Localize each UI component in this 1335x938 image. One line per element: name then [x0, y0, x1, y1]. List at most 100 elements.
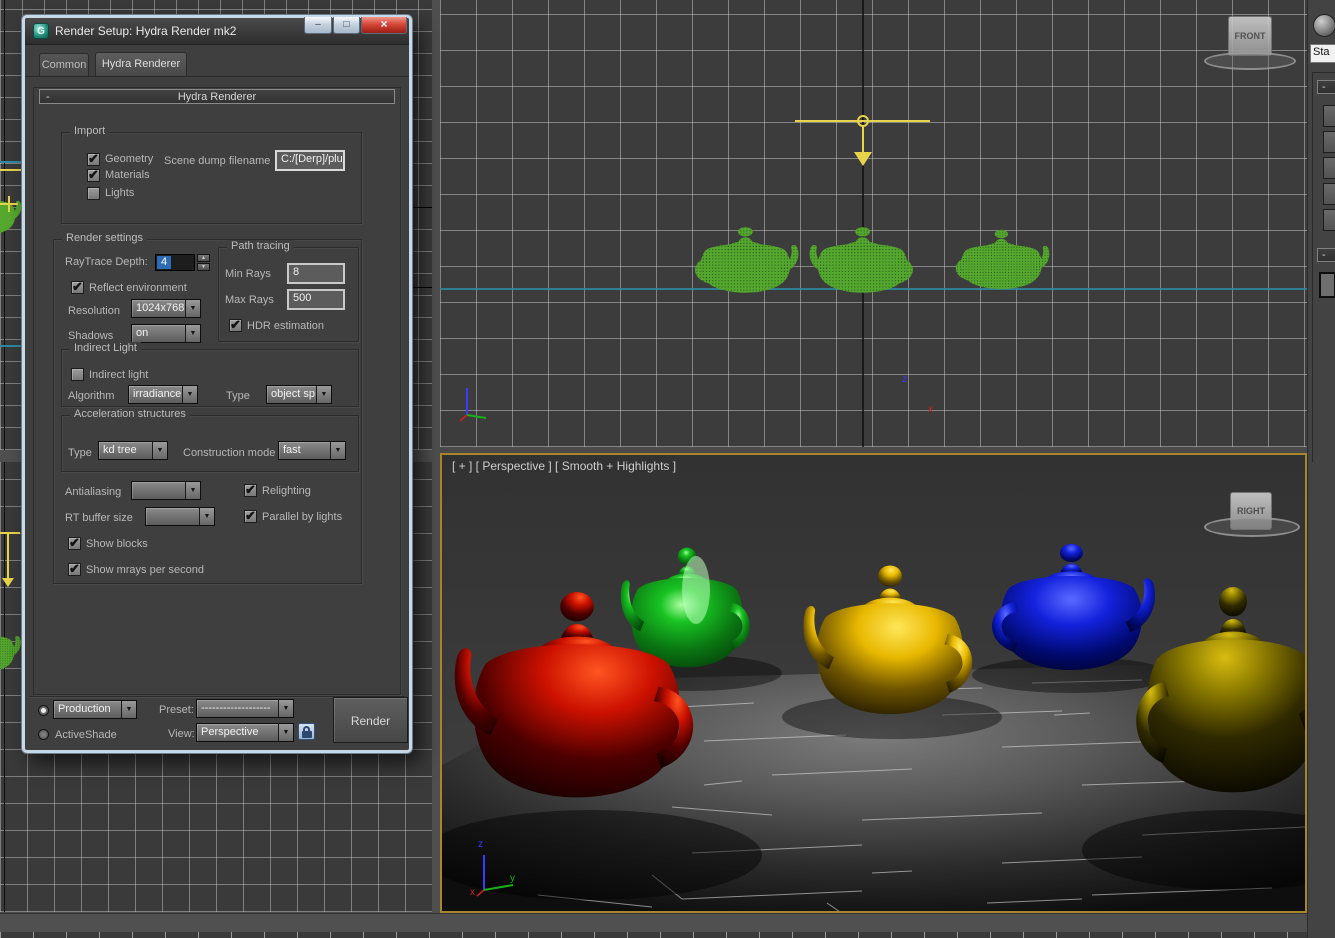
tab-hydra-renderer[interactable]: Hydra Renderer [95, 52, 187, 76]
name-field[interactable]: Sta [1310, 44, 1335, 63]
materials-checkbox[interactable]: ✔ [87, 169, 100, 182]
viewcube-front[interactable]: FRONT [1228, 16, 1272, 56]
construction-mode-dropdown[interactable]: fast ▼ [278, 441, 346, 460]
accel-type-dropdown[interactable]: kd tree ▼ [98, 441, 168, 460]
check-icon: ✔ [230, 317, 241, 333]
view-dropdown[interactable]: Perspective ▼ [196, 723, 294, 742]
activeshade-label: ActiveShade [55, 729, 117, 741]
chevron-down-icon: ▼ [316, 386, 331, 403]
check-icon: ✔ [88, 151, 99, 167]
axis-line [412, 287, 432, 288]
construction-mode-label: Construction mode [183, 447, 275, 459]
spinner-down-button[interactable]: ▼ [197, 263, 210, 271]
panel-button[interactable] [1323, 183, 1335, 205]
ground-plane-line [0, 345, 24, 347]
viewcube-ring[interactable] [1204, 52, 1296, 70]
raytrace-depth-label: RayTrace Depth: [65, 256, 148, 268]
max-rays-field[interactable]: 500 [287, 289, 345, 310]
filename-field[interactable]: C:/[Derp]/plu [275, 150, 345, 171]
chevron-down-icon: ▼ [278, 700, 293, 717]
hdr-estimation-checkbox[interactable]: ✔ [229, 319, 242, 332]
minimize-button[interactable]: – [304, 17, 332, 34]
render-button[interactable]: Render [333, 697, 408, 743]
check-icon: ✔ [245, 482, 256, 498]
chevron-down-icon: ▼ [330, 442, 345, 459]
lights-label: Lights [105, 187, 134, 199]
timeline-bar[interactable] [0, 913, 1335, 938]
indirect-type-label: Type [226, 390, 250, 402]
chevron-down-icon: ▼ [199, 508, 214, 525]
viewport-front[interactable]: z x FRONT [440, 0, 1307, 447]
front-scene [440, 0, 1307, 447]
lock-icon[interactable] [298, 723, 315, 740]
viewport-label[interactable]: [ + ] [ Perspective ] [ Smooth + Highlig… [452, 459, 676, 473]
panel-button[interactable] [1319, 272, 1335, 298]
parallel-by-lights-checkbox[interactable]: ✔ [244, 510, 257, 523]
time-ruler[interactable] [0, 932, 1335, 938]
hdr-estimation-label: HDR estimation [247, 320, 324, 332]
show-mrays-checkbox[interactable]: ✔ [68, 563, 81, 576]
indirect-type-dropdown[interactable]: object spa ▼ [266, 385, 332, 404]
rt-buffer-size-dropdown[interactable]: ▼ [145, 507, 215, 526]
panel-button[interactable] [1323, 131, 1335, 153]
resolution-dropdown[interactable]: 1024x768 ▼ [131, 299, 201, 318]
activeshade-radio[interactable] [38, 729, 49, 740]
show-blocks-label: Show blocks [86, 538, 148, 550]
app-icon: G [33, 23, 49, 39]
raytrace-depth-field[interactable]: 4 [155, 254, 195, 271]
axis-x-label: x [470, 887, 475, 898]
rollout-header-hydra[interactable]: - Hydra Renderer [39, 89, 395, 104]
application-root: z x FRONT [0, 0, 1335, 938]
algorithm-dropdown[interactable]: irradiance ▼ [128, 385, 198, 404]
chevron-down-icon: ▼ [182, 386, 197, 403]
tab-common[interactable]: Common [39, 53, 89, 76]
min-rays-label: Min Rays [225, 268, 271, 280]
check-icon: ✔ [69, 561, 80, 577]
axis-z-label: z [478, 839, 483, 850]
target-dropdown[interactable]: Production ▼ [53, 700, 137, 719]
indirect-light-checkbox[interactable] [71, 368, 84, 381]
antialiasing-dropdown[interactable]: ▼ [131, 481, 201, 500]
panel-button[interactable] [1323, 209, 1335, 231]
shadows-dropdown[interactable]: on ▼ [131, 324, 201, 343]
spinner-up-button[interactable]: ▲ [197, 254, 210, 262]
preset-dropdown[interactable]: ------------------- ▼ [196, 699, 294, 718]
dialog-title: Render Setup: Hydra Render mk2 [55, 24, 236, 38]
min-rays-field[interactable]: 8 [287, 263, 345, 284]
rollout-header[interactable]: - [1317, 80, 1335, 94]
relighting-label: Relighting [262, 485, 311, 497]
antialiasing-label: Antialiasing [65, 486, 121, 498]
panel-button[interactable] [1323, 105, 1335, 127]
axis-y-label: y [510, 873, 515, 884]
chevron-down-icon: ▼ [152, 442, 167, 459]
view-label: View: [168, 728, 195, 740]
geometry-checkbox[interactable]: ✔ [87, 153, 100, 166]
viewcube-ring[interactable] [1204, 517, 1300, 537]
ground-plane-line [0, 161, 24, 163]
algorithm-label: Algorithm [68, 390, 114, 402]
rollout-header[interactable]: - [1317, 248, 1335, 262]
raytrace-depth-spinner: ▲ ▼ [197, 254, 210, 271]
filename-label: Scene dump filename [164, 155, 270, 167]
show-blocks-checkbox[interactable]: ✔ [68, 537, 81, 550]
maximize-button[interactable]: □ [333, 17, 360, 34]
relighting-checkbox[interactable]: ✔ [244, 484, 257, 497]
panel-button[interactable] [1323, 157, 1335, 179]
lights-checkbox[interactable] [87, 187, 100, 200]
perspective-scene [442, 455, 1305, 911]
viewport-perspective[interactable]: [ + ] [ Perspective ] [ Smooth + Highlig… [440, 453, 1307, 913]
selection-gizmo [8, 196, 10, 212]
parallel-by-lights-label: Parallel by lights [262, 511, 342, 523]
sphere-icon[interactable] [1313, 14, 1335, 37]
light-gizmo-line [0, 532, 20, 534]
axis-x-label: x [928, 404, 933, 415]
production-radio[interactable] [38, 705, 49, 716]
check-icon: ✔ [69, 535, 80, 551]
axis-z-label: z [902, 374, 907, 385]
dialog-titlebar[interactable]: G Render Setup: Hydra Render mk2 – □ × [25, 18, 409, 45]
close-button[interactable]: × [361, 17, 407, 34]
reflect-environment-checkbox[interactable]: ✔ [71, 281, 84, 294]
light-gizmo-stem [7, 532, 9, 580]
viewport-splitter-vertical[interactable] [432, 0, 440, 913]
tab-divider [25, 76, 409, 77]
